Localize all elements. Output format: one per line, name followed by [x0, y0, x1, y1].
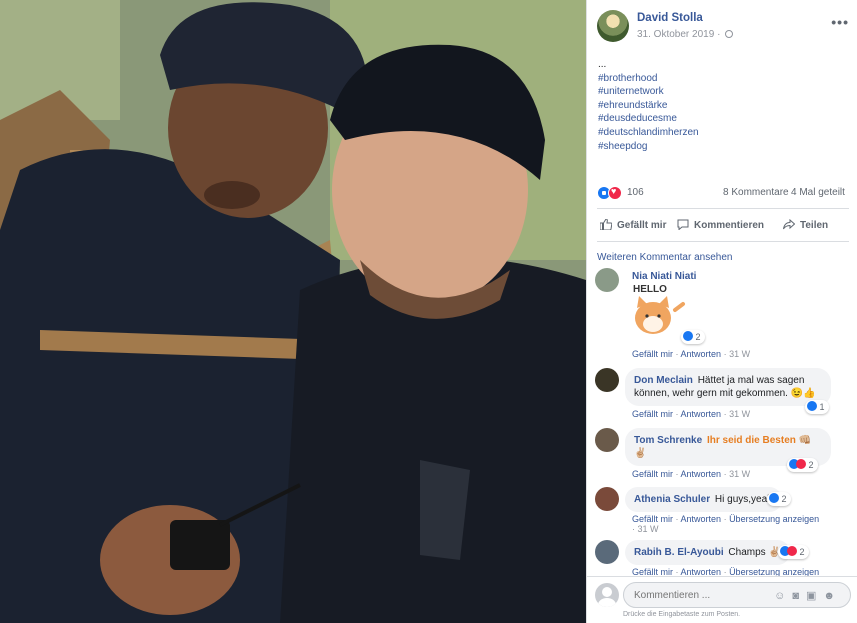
- comment-time[interactable]: 31 W: [729, 349, 750, 359]
- comment-reactions[interactable]: 2: [787, 458, 818, 472]
- share-button[interactable]: Teilen: [783, 219, 828, 231]
- hashtag-link[interactable]: #deutschlandimherzen: [598, 126, 699, 140]
- commenter-avatar[interactable]: [595, 487, 619, 511]
- photo-illustration: [0, 0, 586, 623]
- camera-icon[interactable]: ◙: [792, 590, 806, 602]
- comment-reaction-count: 2: [781, 494, 787, 504]
- comment-like-link[interactable]: Gefällt mir: [632, 349, 673, 359]
- hashtag-link[interactable]: #uniternetwork: [598, 85, 699, 99]
- post-photo[interactable]: [0, 0, 586, 623]
- like-reaction-icon: [769, 493, 779, 503]
- hashtag-link[interactable]: #deusdeducesme: [598, 112, 699, 126]
- comment-time[interactable]: 31 W: [729, 409, 750, 419]
- like-reaction-icon: [807, 401, 817, 411]
- post-actions: Gefällt mir Kommentieren Teilen: [597, 208, 849, 242]
- commenter-name[interactable]: Don Meclain: [634, 375, 693, 386]
- post-header: David Stolla 31. Oktober 2019 · •••: [597, 10, 849, 42]
- like-label: Gefällt mir: [617, 220, 667, 231]
- hashtag-link[interactable]: #sheepdog: [598, 140, 699, 154]
- post-side-panel: David Stolla 31. Oktober 2019 · ••• ... …: [586, 0, 857, 623]
- commenter-avatar[interactable]: [595, 428, 619, 452]
- commenter-name[interactable]: Athenia Schuler: [634, 494, 710, 505]
- author-name[interactable]: David Stolla: [637, 12, 703, 24]
- comment-reactions[interactable]: 2: [767, 492, 791, 506]
- post-ellipsis: ...: [598, 59, 607, 70]
- comment-like-link[interactable]: Gefällt mir: [632, 514, 673, 524]
- composer-icons: ☺◙▣☻: [774, 589, 842, 602]
- comment-bubble: Rabih B. El-Ayoubi Champs ✌🏼: [625, 540, 790, 565]
- comment-reply-link[interactable]: Antworten: [681, 409, 722, 419]
- comment-like-link[interactable]: Gefällt mir: [632, 469, 673, 479]
- commenter-name[interactable]: Tom Schrenke: [634, 435, 702, 446]
- more-options-icon[interactable]: •••: [831, 14, 849, 30]
- facebook-photo-viewer: David Stolla 31. Oktober 2019 · ••• ... …: [0, 0, 857, 623]
- commenter-avatar[interactable]: [595, 540, 619, 564]
- comment-icon: [677, 219, 689, 230]
- hashtag-link[interactable]: #brotherhood: [598, 72, 699, 86]
- comment-bubble: Athenia Schuler Hi guys,yeah: [625, 487, 782, 512]
- love-reaction-icon: [796, 459, 806, 469]
- comment-time[interactable]: 31 W: [729, 469, 750, 479]
- separator-dot: ·: [717, 29, 721, 40]
- hashtag-link[interactable]: #ehreundstärke: [598, 99, 699, 113]
- comment-like-link[interactable]: Gefällt mir: [632, 409, 673, 419]
- comment-text: Hi guys,yeah: [714, 494, 773, 505]
- comment-actions: Gefällt mir · Antworten · 31 W: [632, 349, 751, 359]
- comment-reactions[interactable]: 1: [805, 400, 829, 414]
- gif-icon[interactable]: ▣: [806, 590, 823, 602]
- author-avatar[interactable]: [597, 10, 629, 42]
- comment-reaction-count: 2: [799, 547, 805, 557]
- post-meta: 31. Oktober 2019 ·: [637, 29, 734, 40]
- hello-cat-sticker: HELLO: [633, 284, 685, 334]
- comment-reply-link[interactable]: Antworten: [681, 469, 722, 479]
- emoji-icon[interactable]: ☺: [774, 590, 792, 602]
- love-reaction-icon[interactable]: [608, 186, 622, 200]
- thumbs-up-icon: [600, 219, 612, 230]
- current-user-avatar: [595, 583, 619, 607]
- commenter-avatar[interactable]: [595, 368, 619, 392]
- share-label: Teilen: [800, 220, 829, 231]
- comment-reply-link[interactable]: Antworten: [681, 349, 722, 359]
- commenter-avatar[interactable]: [595, 268, 619, 292]
- comment-reaction-count: 2: [695, 332, 701, 342]
- comment-actions: Gefällt mir · Antworten · 31 W: [632, 469, 751, 479]
- comment-reactions[interactable]: 2: [778, 545, 809, 559]
- translate-link[interactable]: Übersetzung anzeigen: [729, 514, 819, 524]
- sticker-icon[interactable]: ☻: [823, 590, 842, 602]
- comment-reactions[interactable]: 2: [681, 330, 705, 344]
- reaction-count[interactable]: 106: [627, 187, 644, 198]
- comment-button[interactable]: Kommentieren: [677, 219, 764, 231]
- globe-icon: [725, 30, 734, 38]
- post-text: ... #brotherhood #uniternetwork #ehreund…: [598, 58, 699, 153]
- comment-reaction-count: 2: [808, 460, 814, 470]
- share-icon: [783, 219, 795, 230]
- comment-actions: Gefällt mir · Antworten · 31 W: [632, 409, 751, 419]
- comment-label: Kommentieren: [694, 220, 765, 231]
- post-date[interactable]: 31. Oktober 2019: [637, 29, 714, 40]
- commenter-name[interactable]: Rabih B. El-Ayoubi: [634, 547, 724, 558]
- comment-reaction-count: 1: [819, 402, 825, 412]
- comment-actions: Gefällt mir · Antworten · Übersetzung an…: [632, 514, 820, 534]
- comment-bubble: Don Meclain Hättet ja mal was sagen könn…: [625, 368, 831, 406]
- like-button[interactable]: Gefällt mir: [600, 219, 666, 231]
- sticker-text: HELLO: [633, 284, 667, 295]
- comment-reply-link[interactable]: Antworten: [681, 514, 722, 524]
- comments-section: Weiteren Kommentar ansehen Nia Niati Nia…: [587, 250, 857, 580]
- composer-hint: Drücke die Eingabetaste zum Posten.: [623, 611, 741, 618]
- comment-text: Champs ✌🏼: [728, 547, 781, 558]
- comments-count[interactable]: 8 Kommentare: [723, 187, 789, 198]
- shares-count[interactable]: 4 Mal geteilt: [791, 187, 845, 198]
- comment-composer: ☺◙▣☻ Drücke die Eingabetaste zum Posten.: [587, 576, 857, 623]
- view-more-comments-link[interactable]: Weiteren Kommentar ansehen: [597, 252, 732, 263]
- love-reaction-icon: [787, 546, 797, 556]
- comment-time[interactable]: 31 W: [638, 524, 659, 534]
- like-reaction-icon: [683, 331, 693, 341]
- reactions-bar: 106 8 Kommentare 4 Mal geteilt: [597, 185, 849, 201]
